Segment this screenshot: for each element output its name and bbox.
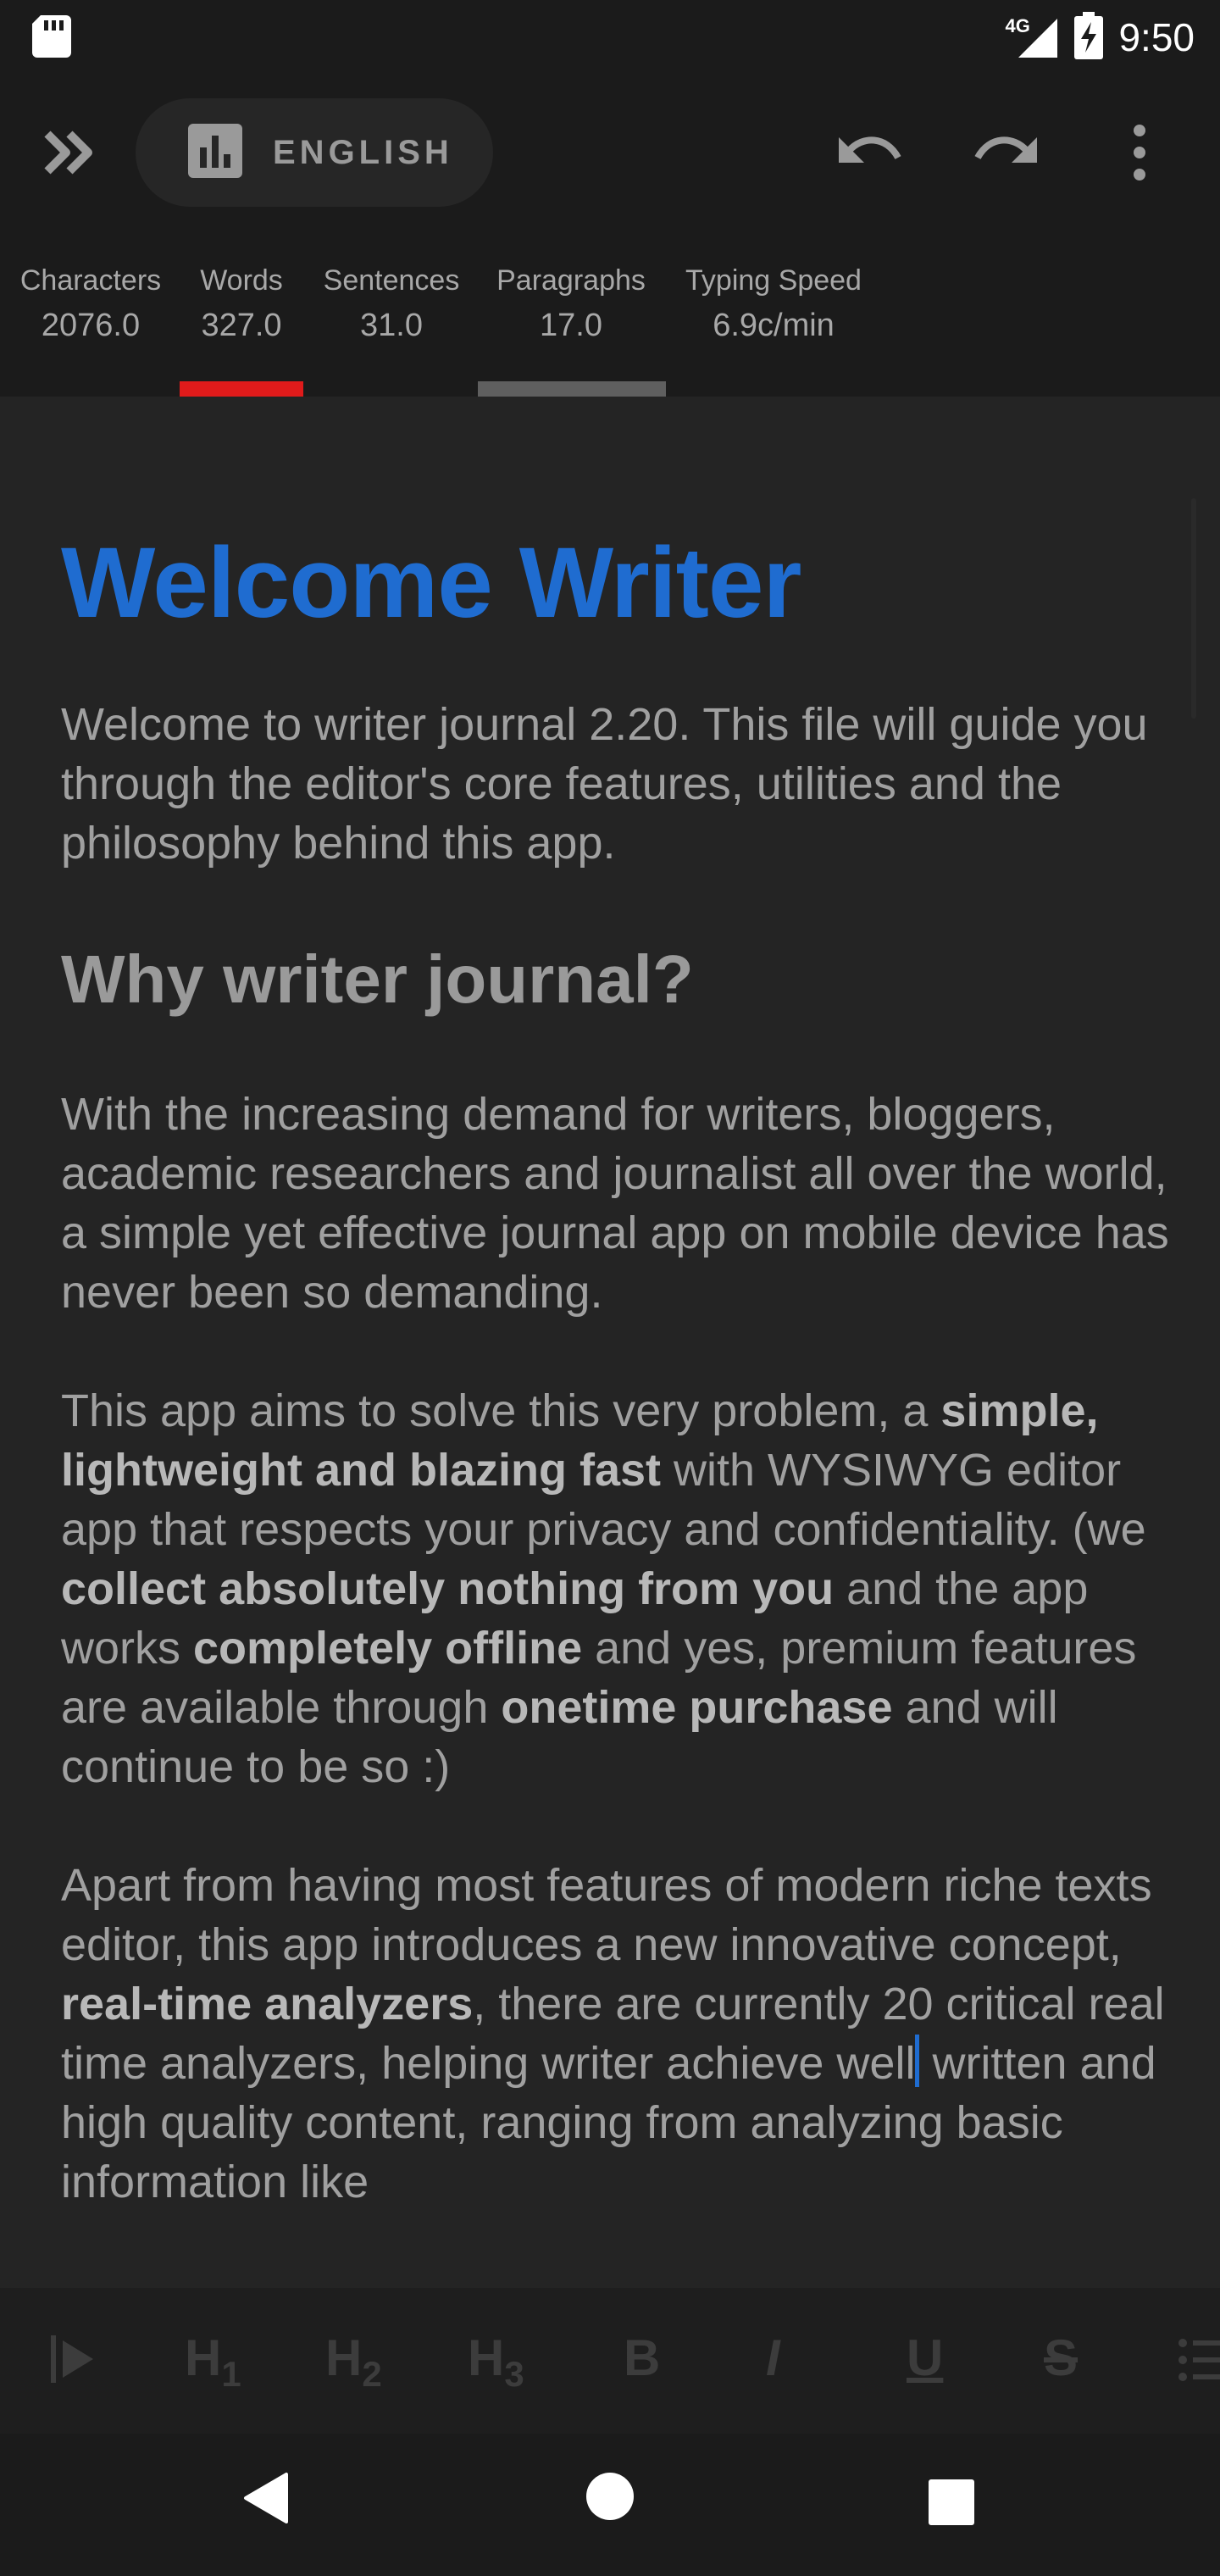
- list-icon[interactable]: [1178, 2335, 1220, 2394]
- heading1-button[interactable]: H1: [185, 2329, 241, 2395]
- document-title: Welcome Writer: [61, 527, 801, 639]
- text-run: Apart from having most features of moder…: [61, 1860, 1152, 1970]
- stat-label: Characters: [19, 264, 162, 297]
- text-run: This app aims to solve this very problem…: [61, 1385, 941, 1436]
- h1-label: H: [185, 2329, 222, 2386]
- paragraph-analyzers: Apart from having most features of moder…: [61, 1856, 1171, 2212]
- navigation-bar: [0, 2434, 1220, 2576]
- paragraph-aims: This app aims to solve this very problem…: [61, 1381, 1171, 1796]
- stat-label: Typing Speed: [685, 264, 862, 297]
- bold-run: completely offline: [193, 1623, 583, 1674]
- top-toolbar: ENGLISH: [0, 75, 1220, 230]
- stat-value: 31.0: [360, 308, 423, 343]
- tab-scroll-indicator: [478, 381, 666, 397]
- stat-value: 327.0: [201, 308, 282, 343]
- undo-icon[interactable]: [837, 125, 905, 177]
- tab-words[interactable]: Words 327.0: [180, 264, 303, 344]
- sd-card-icon: [32, 15, 71, 62]
- bold-run: onetime purchase: [501, 1682, 893, 1733]
- bold-run: real-time analyzers: [61, 1979, 474, 2029]
- h2-number: 2: [362, 2354, 382, 2394]
- tab-paragraphs[interactable]: Paragraphs 17.0: [486, 264, 656, 344]
- clock: 9:50: [1118, 15, 1195, 59]
- double-chevron-icon[interactable]: [44, 127, 97, 182]
- stat-value: 17.0: [540, 308, 602, 343]
- language-selector[interactable]: ENGLISH: [136, 98, 493, 207]
- signal-icon: 4G: [1005, 15, 1059, 59]
- stat-value: 2076.0: [41, 308, 141, 343]
- play-icon[interactable]: [51, 2335, 95, 2395]
- heading3-button[interactable]: H3: [468, 2329, 524, 2395]
- stat-value: 6.9c/min: [713, 308, 835, 343]
- paragraph-demand: With the increasing demand for writers, …: [61, 1089, 1169, 1318]
- bold-button[interactable]: B: [624, 2329, 660, 2387]
- section-heading: Why writer journal?: [61, 941, 694, 1017]
- h1-number: 1: [221, 2354, 241, 2394]
- stat-label: Words: [200, 264, 283, 297]
- italic-button[interactable]: I: [766, 2329, 780, 2387]
- stat-label: Paragraphs: [496, 264, 646, 297]
- document-content[interactable]: Welcome Writer Welcome to writer journal…: [61, 524, 1171, 2212]
- stat-label: Sentences: [323, 264, 460, 297]
- bold-run: collect absolutely nothing from you: [61, 1563, 835, 1614]
- underline-button[interactable]: U: [907, 2329, 943, 2387]
- h3-label: H: [468, 2329, 505, 2386]
- editor-scrollbar[interactable]: [1191, 498, 1196, 719]
- tab-typing-speed[interactable]: Typing Speed 6.9c/min: [678, 264, 869, 344]
- strikethrough-button[interactable]: S: [1044, 2329, 1078, 2387]
- recents-icon[interactable]: [929, 2479, 974, 2529]
- active-tab-indicator: [180, 381, 303, 397]
- language-label: ENGLISH: [273, 133, 453, 171]
- h2-label: H: [325, 2329, 363, 2386]
- stats-tabs: Characters 2076.0 Words 327.0 Sentences …: [0, 230, 1220, 397]
- tab-sentences[interactable]: Sentences 31.0: [317, 264, 466, 344]
- bar-chart-icon: [188, 123, 242, 182]
- redo-icon[interactable]: [971, 125, 1039, 177]
- format-toolbar: H1 H2 H3 B I U S: [0, 2288, 1220, 2434]
- more-vert-icon[interactable]: [1117, 122, 1162, 187]
- back-icon[interactable]: [242, 2471, 290, 2529]
- h3-number: 3: [504, 2354, 524, 2394]
- tab-characters[interactable]: Characters 2076.0: [19, 264, 163, 344]
- intro-paragraph: Welcome to writer journal 2.20. This fil…: [61, 699, 1148, 869]
- status-bar: 4G 9:50: [0, 0, 1220, 75]
- heading2-button[interactable]: H2: [325, 2329, 382, 2395]
- battery-charging-icon: [1074, 11, 1104, 64]
- home-icon[interactable]: [585, 2471, 635, 2526]
- editor-area[interactable]: Welcome Writer Welcome to writer journal…: [0, 397, 1220, 2288]
